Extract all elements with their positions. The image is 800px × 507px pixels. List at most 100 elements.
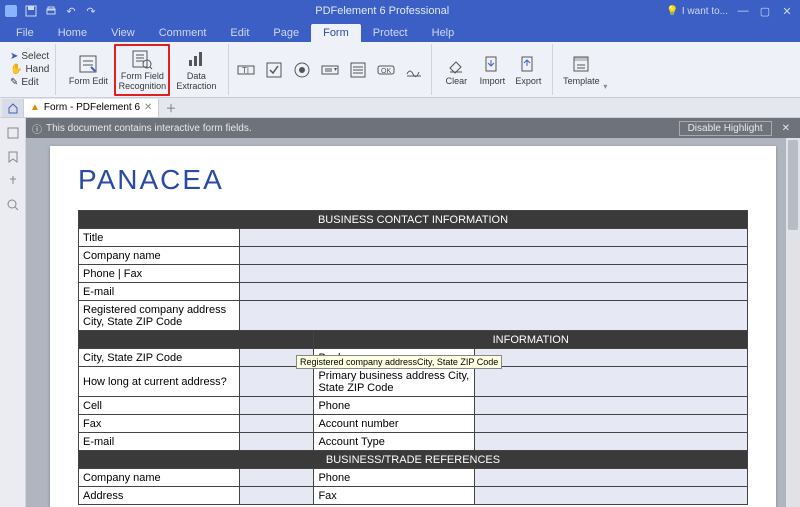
template-button[interactable]: Template	[559, 52, 603, 87]
field-reg-address[interactable]	[239, 301, 747, 331]
label-company3: Company name	[79, 469, 240, 487]
document-tab[interactable]: ▲ Form - PDFelement 6 ✕	[24, 99, 159, 117]
ribbon-group-template: Template ▾	[553, 44, 613, 95]
field-company3[interactable]	[239, 469, 314, 487]
form-edit-button[interactable]: Form Edit	[62, 52, 114, 87]
main-area: ⓘ This document contains interactive for…	[0, 118, 800, 507]
title-bar: ↶ ↷ PDFelement 6 Professional 💡I want to…	[0, 0, 800, 22]
add-tab-button[interactable]: ＋	[159, 100, 182, 116]
label-cell: Cell	[79, 397, 240, 415]
checkbox-icon[interactable]	[263, 59, 285, 81]
maximize-button[interactable]: ▢	[756, 5, 774, 18]
save-icon[interactable]	[24, 4, 38, 18]
listbox-icon[interactable]	[347, 59, 369, 81]
field-tooltip: Registered company addressCity, State ZI…	[296, 355, 502, 369]
hand-icon: ✋	[10, 64, 22, 75]
field-cell[interactable]	[239, 397, 314, 415]
data-extraction-button[interactable]: Data Extraction	[170, 47, 222, 92]
tab-help[interactable]: Help	[420, 24, 467, 42]
section-header-1: BUSINESS CONTACT INFORMATION	[79, 211, 748, 229]
radio-icon[interactable]	[291, 59, 313, 81]
menu-tabs: File Home View Comment Edit Page Form Pr…	[0, 22, 800, 42]
tab-protect[interactable]: Protect	[361, 24, 420, 42]
document-viewport: ⓘ This document contains interactive for…	[26, 118, 800, 507]
field-bank[interactable]	[475, 349, 748, 367]
warning-icon: ▲	[30, 102, 40, 113]
export-button[interactable]: Export	[510, 52, 546, 87]
pencil-icon: ✎	[10, 77, 18, 88]
undo-icon[interactable]: ↶	[64, 4, 78, 18]
edit-tool[interactable]: ✎Edit	[10, 77, 49, 88]
select-tool[interactable]: ➤Select	[10, 51, 49, 62]
tab-form[interactable]: Form	[311, 24, 361, 42]
field-company[interactable]	[239, 247, 747, 265]
infobar-close-icon[interactable]: ✕	[778, 123, 794, 134]
field-acctnum[interactable]	[475, 415, 748, 433]
field-phone3[interactable]	[475, 469, 748, 487]
signature-icon[interactable]	[403, 59, 425, 81]
search-icon[interactable]	[6, 198, 20, 212]
attachment-icon[interactable]	[6, 174, 20, 188]
field-phone2[interactable]	[475, 397, 748, 415]
pdf-page: PANACEA BUSINESS CONTACT INFORMATION Tit…	[50, 146, 776, 507]
ribbon-group-data: Clear Import Export	[432, 44, 553, 95]
tab-comment[interactable]: Comment	[147, 24, 219, 42]
tab-file[interactable]: File	[4, 24, 46, 42]
field-email2[interactable]	[239, 433, 314, 451]
tab-home[interactable]: Home	[46, 24, 99, 42]
tab-edit[interactable]: Edit	[218, 24, 261, 42]
i-want-to[interactable]: 💡I want to...	[666, 6, 728, 17]
svg-text:T|: T|	[242, 66, 249, 75]
dropdown-icon[interactable]	[319, 59, 341, 81]
field-address3[interactable]	[239, 487, 314, 505]
import-button[interactable]: Import	[474, 52, 510, 87]
data-extraction-icon	[184, 47, 208, 71]
disable-highlight-button[interactable]: Disable Highlight	[679, 121, 772, 136]
bulb-icon: 💡	[666, 6, 678, 17]
button-field-icon[interactable]: OK	[375, 59, 397, 81]
scroll-thumb[interactable]	[788, 140, 798, 230]
cursor-icon: ➤	[10, 51, 18, 62]
template-icon	[569, 52, 593, 76]
export-icon	[516, 52, 540, 76]
field-fax3[interactable]	[475, 487, 748, 505]
import-icon	[480, 52, 504, 76]
label-city-zip: City, State ZIP Code	[79, 349, 240, 367]
section-header-3: BUSINESS/TRADE REFERENCES	[79, 451, 748, 469]
label-address3: Address	[79, 487, 240, 505]
tab-view[interactable]: View	[99, 24, 147, 42]
clear-button[interactable]: Clear	[438, 52, 474, 87]
text-field-icon[interactable]: T|	[235, 59, 257, 81]
field-primary-addr[interactable]	[475, 367, 748, 397]
chevron-down-icon[interactable]: ▾	[603, 82, 607, 91]
field-fax2[interactable]	[239, 415, 314, 433]
label-phone-fax: Phone | Fax	[79, 265, 240, 283]
redo-icon[interactable]: ↷	[84, 4, 98, 18]
tab-close-icon[interactable]: ✕	[144, 102, 152, 113]
vertical-scrollbar[interactable]	[786, 138, 800, 507]
close-button[interactable]: ✕	[778, 5, 796, 18]
label-title: Title	[79, 229, 240, 247]
label-email2: E-mail	[79, 433, 240, 451]
window-controls: ― ▢ ✕	[734, 5, 796, 18]
home-tab-icon[interactable]	[2, 99, 24, 117]
field-howlong[interactable]	[239, 367, 314, 397]
field-title[interactable]	[239, 229, 747, 247]
label-accttype: Account Type	[314, 433, 475, 451]
form-recognition-icon	[130, 47, 154, 71]
thumbnails-icon[interactable]	[6, 126, 20, 140]
app-icon	[4, 4, 18, 18]
hand-tool[interactable]: ✋Hand	[10, 64, 49, 75]
minimize-button[interactable]: ―	[734, 5, 752, 18]
field-email[interactable]	[239, 283, 747, 301]
tab-page[interactable]: Page	[261, 24, 311, 42]
field-phone-fax[interactable]	[239, 265, 747, 283]
bookmark-icon[interactable]	[6, 150, 20, 164]
field-accttype[interactable]	[475, 433, 748, 451]
info-icon: ⓘ	[32, 121, 42, 136]
window-title: PDFelement 6 Professional	[98, 5, 666, 17]
ribbon-group-fields: T| OK	[229, 44, 432, 95]
print-icon[interactable]	[44, 4, 58, 18]
label-fax3: Fax	[314, 487, 475, 505]
form-field-recognition-button[interactable]: Form Field Recognition	[114, 44, 170, 96]
